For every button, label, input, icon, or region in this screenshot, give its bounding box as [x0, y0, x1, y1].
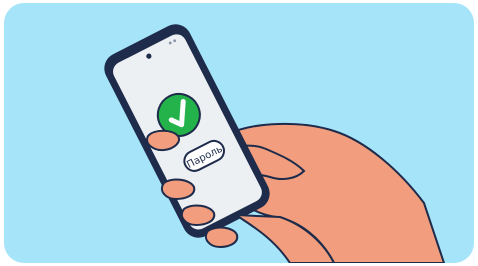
finger [204, 226, 239, 249]
hand-holding-phone-illustration: Пароль [4, 3, 474, 263]
finger [146, 129, 180, 152]
finger [180, 204, 216, 227]
finger [160, 178, 196, 201]
illustration-card: Пароль [4, 3, 474, 263]
